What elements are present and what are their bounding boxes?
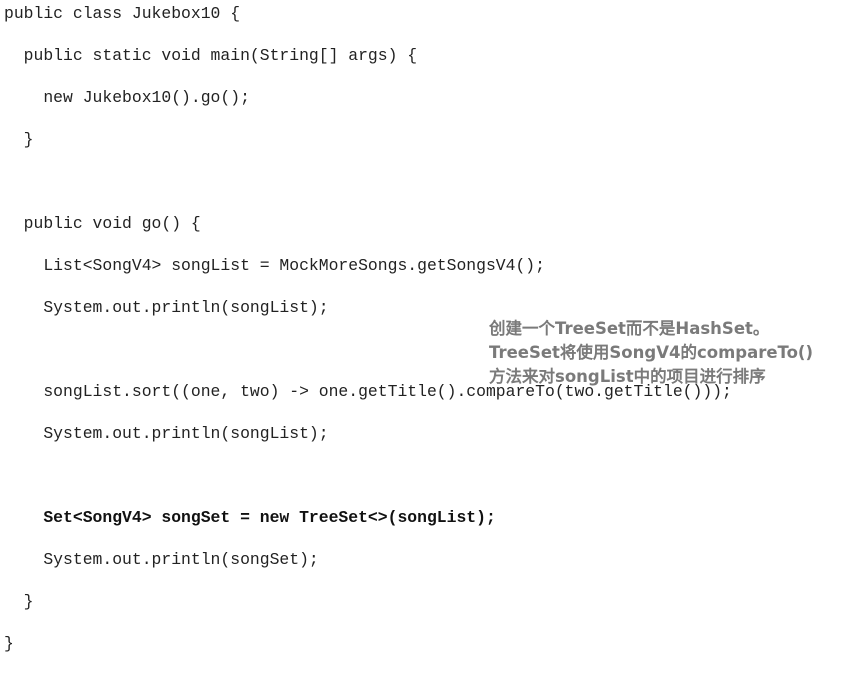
code-line: } xyxy=(4,634,14,653)
code-line: public static void main(String[] args) { xyxy=(4,46,418,65)
code-line: public class Jukebox10 { xyxy=(4,4,241,23)
code-line: System.out.println(songList); xyxy=(4,424,329,443)
code-line: List<SongV4> songList = MockMoreSongs.ge… xyxy=(4,256,545,275)
code-line: } xyxy=(4,592,34,611)
code-line: } xyxy=(4,130,34,149)
code-line: public void go() { xyxy=(4,214,201,233)
annotation-line: TreeSet将使用SongV4的compareTo() xyxy=(489,343,814,362)
annotation-line: 创建一个TreeSet而不是HashSet。 xyxy=(489,319,770,338)
code-line: System.out.println(songList); xyxy=(4,298,329,317)
code-line: new Jukebox10().go(); xyxy=(4,88,250,107)
code-line: System.out.println(songSet); xyxy=(4,550,319,569)
code-line-highlighted: Set<SongV4> songSet = new TreeSet<>(song… xyxy=(4,508,496,527)
annotation-line: 方法来对songList中的项目进行排序 xyxy=(489,367,766,386)
annotation-note: 创建一个TreeSet而不是HashSet。 TreeSet将使用SongV4的… xyxy=(489,317,849,389)
